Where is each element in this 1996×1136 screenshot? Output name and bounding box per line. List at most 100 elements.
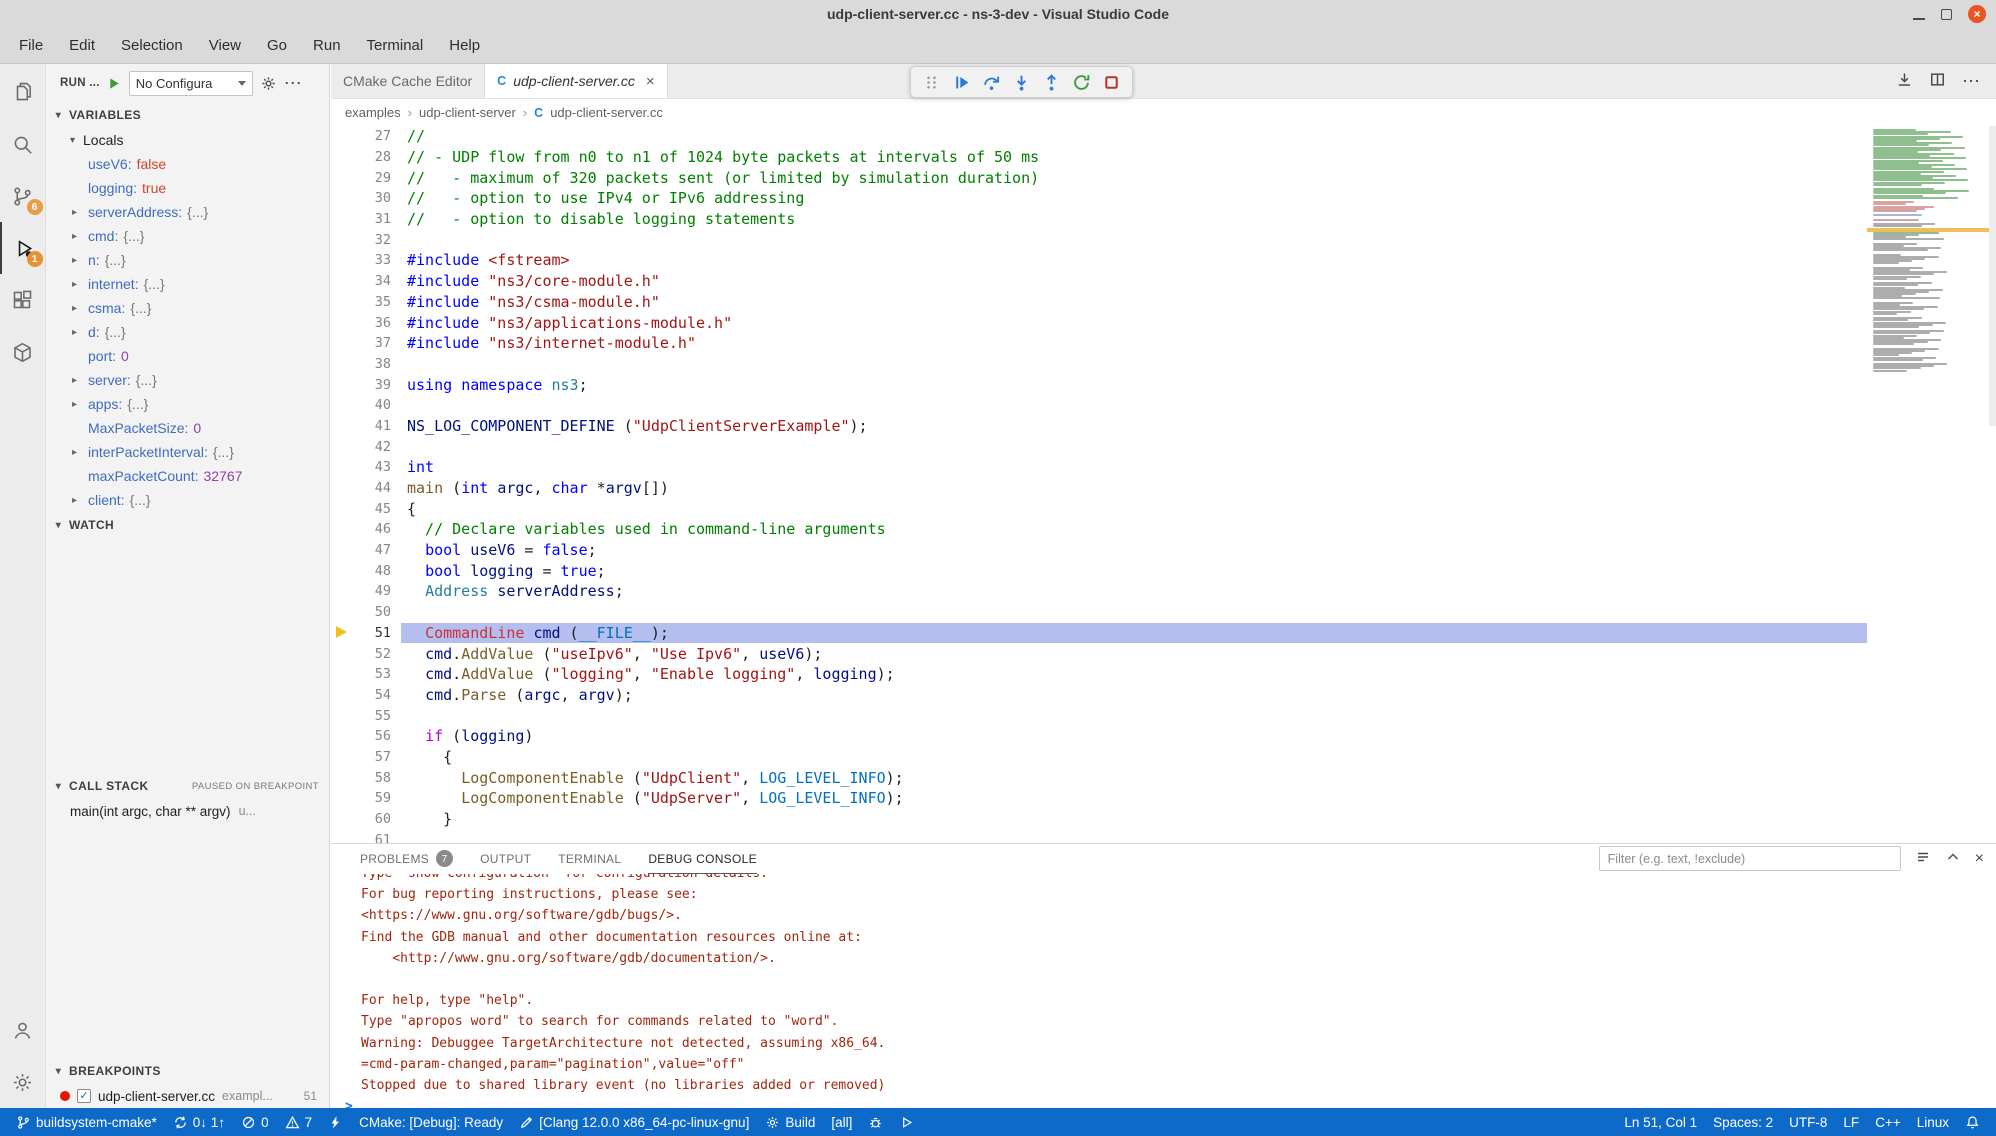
code-editor[interactable]: 27//28// - UDP flow from n0 to n1 of 102… bbox=[331, 126, 1996, 843]
gutter-glyph-margin[interactable] bbox=[331, 126, 357, 147]
code-line[interactable]: 42 bbox=[331, 436, 1996, 457]
code-line[interactable]: 58 LogComponentEnable ("UdpClient", LOG_… bbox=[331, 767, 1996, 788]
variable-row[interactable]: MaxPacketSize:0 bbox=[46, 416, 329, 440]
gutter-glyph-margin[interactable] bbox=[331, 416, 357, 437]
status-bell[interactable] bbox=[1957, 1108, 1988, 1136]
gutter-glyph-margin[interactable] bbox=[331, 333, 357, 354]
code-line[interactable]: 35#include "ns3/csma-module.h" bbox=[331, 292, 1996, 313]
gutter-glyph-margin[interactable] bbox=[331, 457, 357, 478]
code-line[interactable]: 27// bbox=[331, 126, 1996, 147]
status-buildsystem-cmake[interactable]: buildsystem-cmake* bbox=[8, 1108, 165, 1136]
panel-tab-terminal[interactable]: TERMINAL bbox=[558, 844, 621, 874]
menu-view[interactable]: View bbox=[196, 28, 254, 63]
code-line[interactable]: 39using namespace ns3; bbox=[331, 374, 1996, 395]
gutter-glyph-margin[interactable] bbox=[331, 436, 357, 457]
vertical-scrollbar[interactable] bbox=[1989, 126, 1996, 426]
breakpoint-item[interactable]: ✓ udp-client-server.cc exampl... 51 bbox=[46, 1084, 329, 1108]
code-line[interactable]: 29// - maximum of 320 packets sent (or l… bbox=[331, 167, 1996, 188]
variable-row[interactable]: logging:true bbox=[46, 176, 329, 200]
gutter-glyph-margin[interactable] bbox=[331, 747, 357, 768]
code-line[interactable]: 31// - option to disable logging stateme… bbox=[331, 209, 1996, 230]
status-spaces-2[interactable]: Spaces: 2 bbox=[1705, 1108, 1781, 1136]
console-prompt[interactable]: > bbox=[361, 1096, 1996, 1108]
extensions-icon[interactable] bbox=[0, 274, 46, 326]
variable-row[interactable]: maxPacketCount:32767 bbox=[46, 464, 329, 488]
gutter-glyph-margin[interactable] bbox=[331, 519, 357, 540]
gutter-glyph-margin[interactable] bbox=[331, 623, 357, 644]
maximize-panel-icon[interactable] bbox=[1945, 849, 1961, 868]
status-linux[interactable]: Linux bbox=[1909, 1108, 1957, 1136]
gutter-glyph-margin[interactable] bbox=[331, 292, 357, 313]
stack-frame[interactable]: main(int argc, char ** argv) u... bbox=[46, 799, 329, 823]
gutter-glyph-margin[interactable] bbox=[331, 581, 357, 602]
status-cmake-debug-ready[interactable]: CMake: [Debug]: Ready bbox=[351, 1108, 511, 1136]
breadcrumb-item[interactable]: udp-client-server bbox=[419, 105, 516, 120]
code-line[interactable]: 56 if (logging) bbox=[331, 726, 1996, 747]
gutter-glyph-margin[interactable] bbox=[331, 829, 357, 843]
tab-cmake-cache-editor[interactable]: CMake Cache Editor bbox=[331, 64, 485, 98]
panel-tab-debug-console[interactable]: DEBUG CONSOLE bbox=[648, 844, 757, 874]
variable-row[interactable]: ▸client:{...} bbox=[46, 488, 329, 512]
account-icon[interactable] bbox=[0, 1004, 46, 1056]
console-options-icon[interactable] bbox=[1915, 849, 1931, 868]
code-line[interactable]: 33#include <fstream> bbox=[331, 250, 1996, 271]
panel-tab-output[interactable]: OUTPUT bbox=[480, 844, 531, 874]
gutter-glyph-margin[interactable] bbox=[331, 540, 357, 561]
code-line[interactable]: 37#include "ns3/internet-module.h" bbox=[331, 333, 1996, 354]
variable-row[interactable]: ▸server:{...} bbox=[46, 368, 329, 392]
continue-button[interactable] bbox=[949, 70, 974, 95]
gutter-glyph-margin[interactable] bbox=[331, 664, 357, 685]
variable-row[interactable]: ▸serverAddress:{...} bbox=[46, 200, 329, 224]
close-panel-icon[interactable]: × bbox=[1975, 851, 1984, 867]
scope-locals[interactable]: ▾ Locals bbox=[46, 128, 329, 152]
status-c[interactable]: C++ bbox=[1867, 1108, 1909, 1136]
gutter-glyph-margin[interactable] bbox=[331, 167, 357, 188]
run-debug-icon[interactable]: 1 bbox=[0, 222, 46, 274]
code-line[interactable]: 44main (int argc, char *argv[]) bbox=[331, 478, 1996, 499]
menu-go[interactable]: Go bbox=[254, 28, 300, 63]
status-lightning[interactable] bbox=[320, 1108, 351, 1136]
breakpoints-section-header[interactable]: ▾ BREAKPOINTS bbox=[46, 1058, 329, 1084]
source-control-icon[interactable]: 6 bbox=[0, 170, 46, 222]
code-line[interactable]: 55 bbox=[331, 705, 1996, 726]
status-7[interactable]: 7 bbox=[277, 1108, 321, 1136]
code-line[interactable]: 46 // Declare variables used in command-… bbox=[331, 519, 1996, 540]
gutter-glyph-margin[interactable] bbox=[331, 147, 357, 168]
cmake-tools-icon[interactable] bbox=[0, 326, 46, 378]
gutter-glyph-margin[interactable] bbox=[331, 229, 357, 250]
minimize-button[interactable] bbox=[1913, 8, 1925, 20]
explorer-icon[interactable] bbox=[0, 66, 46, 118]
code-line[interactable]: 48 bool logging = true; bbox=[331, 560, 1996, 581]
gutter-glyph-margin[interactable] bbox=[331, 685, 357, 706]
step-into-button[interactable] bbox=[1009, 70, 1034, 95]
gutter-glyph-margin[interactable] bbox=[331, 498, 357, 519]
code-line[interactable]: 32 bbox=[331, 229, 1996, 250]
code-line[interactable]: 54 cmd.Parse (argc, argv); bbox=[331, 685, 1996, 706]
variable-row[interactable]: ▸apps:{...} bbox=[46, 392, 329, 416]
code-line[interactable]: 49 Address serverAddress; bbox=[331, 581, 1996, 602]
code-line[interactable]: 52 cmd.AddValue ("useIpv6", "Use Ipv6", … bbox=[331, 643, 1996, 664]
code-line[interactable]: 41NS_LOG_COMPONENT_DEFINE ("UdpClientSer… bbox=[331, 416, 1996, 437]
variable-row[interactable]: ▸csma:{...} bbox=[46, 296, 329, 320]
split-editor-icon[interactable] bbox=[1929, 71, 1946, 91]
code-line[interactable]: 61 bbox=[331, 829, 1996, 843]
tab-udp-client-server-cc[interactable]: Cudp-client-server.cc× bbox=[485, 64, 667, 98]
minimap[interactable] bbox=[1867, 126, 1989, 843]
code-line[interactable]: 50 bbox=[331, 602, 1996, 623]
code-line[interactable]: 38 bbox=[331, 354, 1996, 375]
gutter-glyph-margin[interactable] bbox=[331, 395, 357, 416]
code-line[interactable]: 45{ bbox=[331, 498, 1996, 519]
gutter-glyph-margin[interactable] bbox=[331, 271, 357, 292]
variables-section-header[interactable]: ▾ VARIABLES bbox=[46, 102, 329, 128]
code-line[interactable]: 47 bool useV6 = false; bbox=[331, 540, 1996, 561]
maximize-button[interactable] bbox=[1941, 9, 1952, 20]
variable-row[interactable]: ▸cmd:{...} bbox=[46, 224, 329, 248]
gutter-glyph-margin[interactable] bbox=[331, 374, 357, 395]
status-clang-12-0-0-x86-64-pc-linux-gnu[interactable]: [Clang 12.0.0 x86_64-pc-linux-gnu] bbox=[511, 1108, 757, 1136]
status-bug[interactable] bbox=[860, 1108, 891, 1136]
code-line[interactable]: 30// - option to use IPv4 or IPv6 addres… bbox=[331, 188, 1996, 209]
code-line[interactable]: 59 LogComponentEnable ("UdpServer", LOG_… bbox=[331, 788, 1996, 809]
gear-icon[interactable] bbox=[260, 75, 277, 92]
code-line[interactable]: 36#include "ns3/applications-module.h" bbox=[331, 312, 1996, 333]
status-utf-8[interactable]: UTF-8 bbox=[1781, 1108, 1835, 1136]
